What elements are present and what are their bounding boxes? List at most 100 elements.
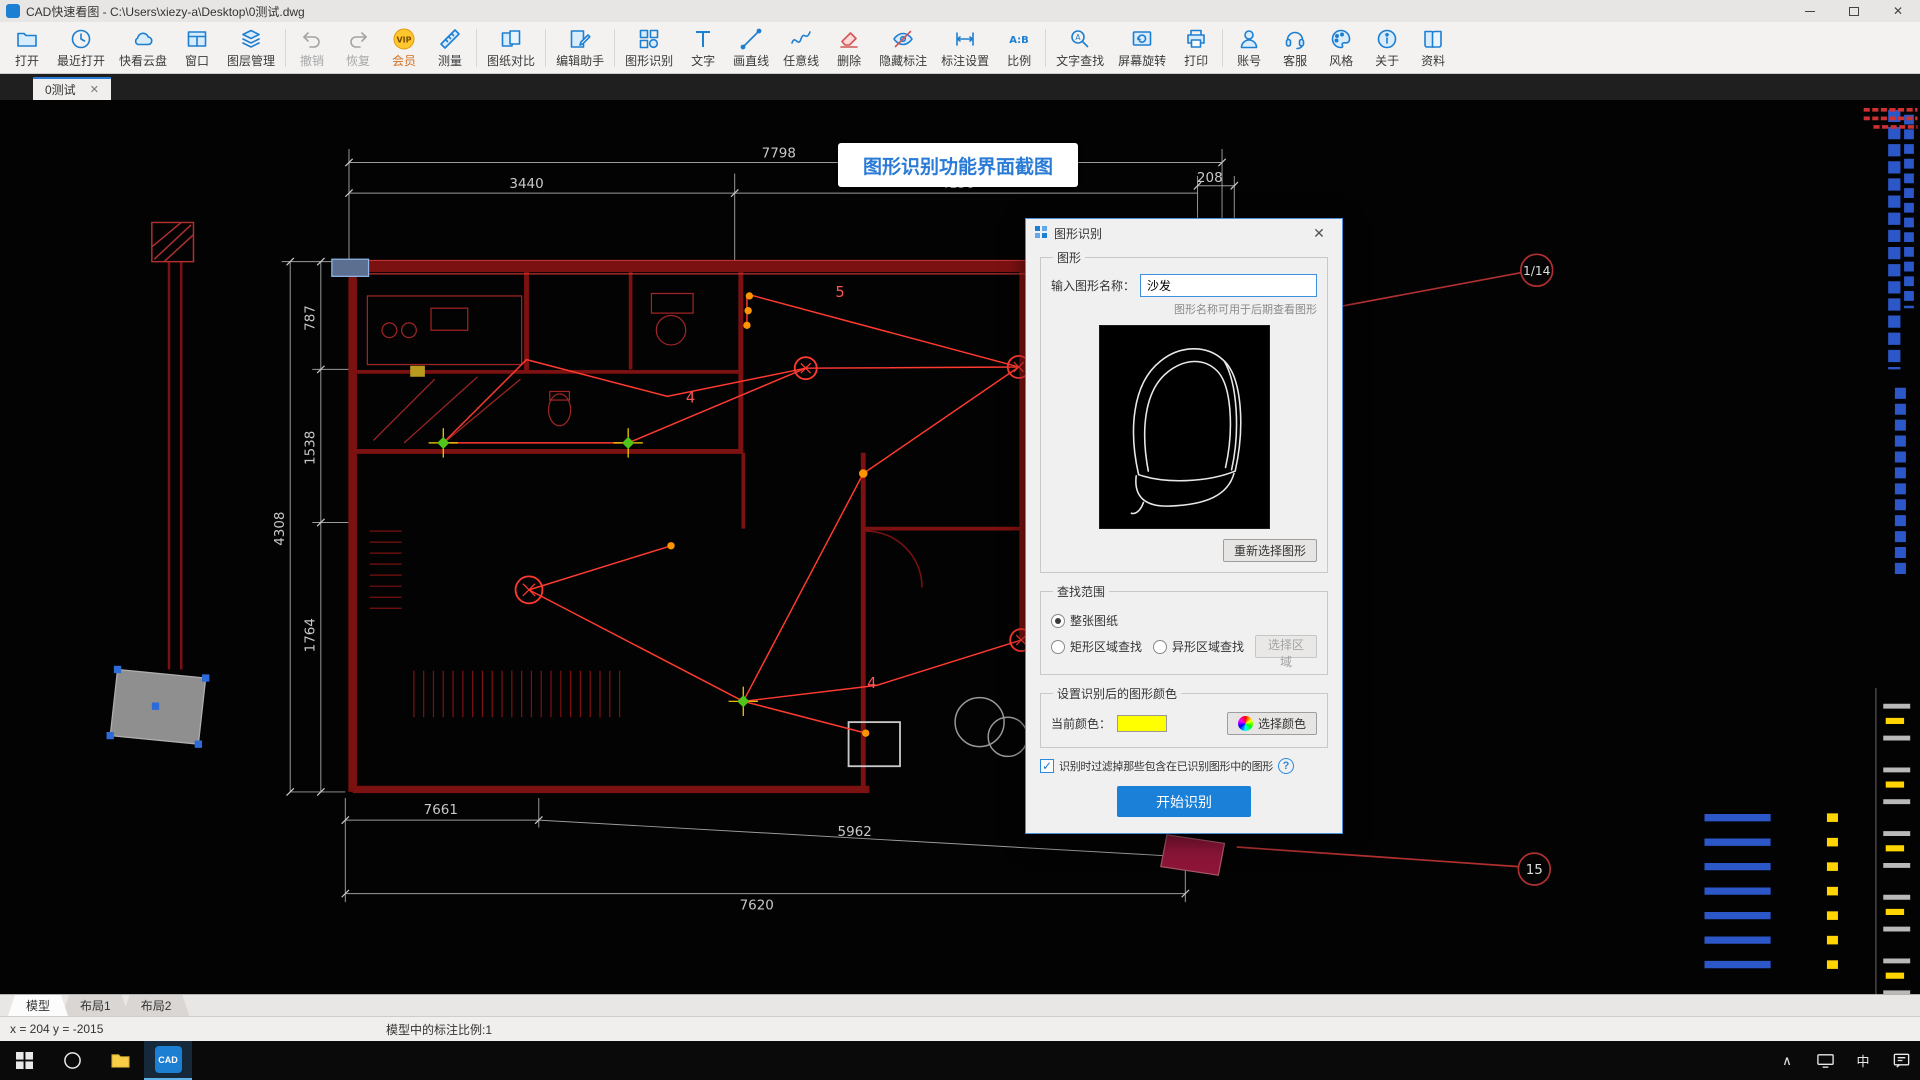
toolbar-button-docs[interactable]: 资料 — [1410, 24, 1456, 72]
toolbar-button-free-line[interactable]: 任意线 — [776, 24, 826, 72]
shape-recognition-dialog: 图形识别 ✕ 图形 输入图形名称： 图形名称可用于后期查看图形 — [1025, 218, 1343, 834]
toolbar-button-straight-line[interactable]: 画直线 — [726, 24, 776, 72]
tray-display-icon[interactable] — [1806, 1041, 1844, 1080]
help-icon[interactable]: ? — [1278, 758, 1294, 774]
sheet-frame-text — [1863, 107, 1918, 994]
shape-group: 图形 输入图形名称： 图形名称可用于后期查看图形 — [1040, 249, 1328, 573]
start-recognition-button[interactable]: 开始识别 — [1117, 786, 1251, 817]
scope-group: 查找范围 整张图纸 矩形区域查找 异形区域查找 选择区域 — [1040, 583, 1328, 675]
toolbar-separator — [545, 28, 547, 67]
cad-app-task-button[interactable]: CAD — [144, 1041, 192, 1080]
toolbar-button-annotation-settings[interactable]: 标注设置 — [934, 24, 996, 72]
filter-checkbox-label: 识别时过滤掉那些包含在已识别图形中的图形 — [1059, 761, 1273, 773]
toolbar-button-text[interactable]: 文字 — [680, 24, 726, 72]
titlebar: CAD快速看图 - C:\Users\xiezy-a\Desktop\0测试.d… — [0, 0, 1920, 22]
dim-bottom2: 5962 — [838, 824, 872, 840]
folder-icon — [110, 1054, 130, 1068]
radio-whole-drawing[interactable] — [1051, 613, 1065, 628]
toolbar-button-measure[interactable]: 测量 — [427, 24, 473, 72]
toolbar-button-edit-assistant[interactable]: 编辑助手 — [549, 24, 611, 72]
vip-icon: VIP — [392, 26, 416, 52]
toolbar-label-layer-manager: 图层管理 — [227, 54, 276, 68]
dim-top: 7798 — [762, 146, 796, 162]
edit-assistant-icon — [568, 26, 592, 52]
toolbar-button-undo[interactable]: 撤销 — [289, 24, 335, 72]
toolbar-label-measure: 测量 — [438, 54, 463, 68]
toolbar-label-delete: 删除 — [837, 54, 862, 68]
select-area-button[interactable]: 选择区域 — [1255, 635, 1317, 669]
delete-icon — [837, 26, 861, 52]
document-tab-close-icon[interactable]: ✕ — [90, 83, 99, 96]
selected-wall-segment[interactable] — [331, 258, 370, 277]
text-icon — [691, 26, 715, 52]
toolbar-button-window[interactable]: 窗口 — [174, 24, 220, 72]
toolbar-label-window: 窗口 — [185, 54, 210, 68]
sheet-tab-layout2[interactable]: 布局2 — [123, 995, 190, 1016]
toolbar-button-style[interactable]: 风格 — [1318, 24, 1364, 72]
undo-icon — [300, 26, 324, 52]
compare-icon — [499, 26, 523, 52]
annotation-scale-text: 模型中的标注比例:1 — [386, 1022, 493, 1037]
document-tab[interactable]: 0测试 ✕ — [33, 77, 111, 100]
shape-name-input[interactable] — [1140, 274, 1317, 297]
scope-group-label: 查找范围 — [1057, 585, 1106, 599]
input-method-indicator[interactable]: 中 — [1844, 1041, 1882, 1080]
sheet-tab-model[interactable]: 模型 — [8, 995, 68, 1016]
close-button[interactable]: ✕ — [1876, 0, 1920, 22]
toolbar-label-undo: 撤销 — [300, 54, 325, 68]
start-button[interactable] — [0, 1041, 48, 1080]
toolbar-separator — [614, 28, 616, 67]
toolbar-button-layer-manager[interactable]: 图层管理 — [220, 24, 282, 72]
toolbar-button-delete[interactable]: 删除 — [826, 24, 872, 72]
dim-bottom1: 7661 — [424, 802, 458, 818]
toolbar-button-cloud[interactable]: 快看云盘 — [112, 24, 174, 72]
toolbar-label-text: 文字 — [691, 54, 716, 68]
toolbar-button-hide-annotation[interactable]: 隐藏标注 — [872, 24, 934, 72]
dialog-close-icon[interactable]: ✕ — [1304, 225, 1334, 242]
toolbar-button-open[interactable]: 打开 — [4, 24, 50, 72]
cad-drawing: 7798 3440 4150 208 787 1538 1764 4308 58… — [106, 107, 1918, 994]
cad-canvas[interactable]: 7798 3440 4150 208 787 1538 1764 4308 58… — [0, 100, 1920, 994]
radio-irregular-area[interactable] — [1153, 639, 1168, 654]
file-explorer-button[interactable] — [96, 1041, 144, 1080]
toolbar-button-customer-service[interactable]: 客服 — [1272, 24, 1318, 72]
dialog-titlebar[interactable]: 图形识别 ✕ — [1026, 219, 1342, 247]
toolbar-label-cloud: 快看云盘 — [119, 54, 168, 68]
toolbar-button-redo[interactable]: 恢复 — [335, 24, 381, 72]
dim-left2: 1538 — [303, 431, 319, 465]
radio-whole-drawing-label: 整张图纸 — [1070, 614, 1119, 628]
radio-irregular-area-label: 异形区域查找 — [1172, 640, 1245, 654]
toolbar-label-about: 关于 — [1375, 54, 1400, 68]
toolbar-button-vip[interactable]: VIP 会员 — [381, 24, 427, 72]
toolbar-button-drawing-compare[interactable]: 图纸对比 — [480, 24, 542, 72]
tray-chevron-up-icon[interactable]: ∧ — [1768, 1041, 1806, 1080]
toolbar-label-hide-annotation: 隐藏标注 — [879, 54, 928, 68]
filter-checkbox[interactable]: ✓ — [1040, 759, 1054, 773]
minimize-button[interactable] — [1788, 0, 1832, 22]
choose-color-button[interactable]: 选择颜色 — [1226, 712, 1317, 735]
svg-text:A: A — [1076, 33, 1082, 42]
action-center-icon[interactable] — [1882, 1041, 1920, 1080]
radio-rect-area[interactable] — [1051, 639, 1065, 654]
taskbar: CAD ∧ 中 — [0, 1041, 1920, 1080]
toolbar-button-about[interactable]: 关于 — [1364, 24, 1410, 72]
maximize-button[interactable] — [1832, 0, 1876, 22]
sheet-tab-layout1[interactable]: 布局1 — [62, 995, 129, 1016]
screen-rotate-icon — [1130, 26, 1154, 52]
reselect-shape-button[interactable]: 重新选择图形 — [1222, 539, 1317, 562]
toolbar-button-recent-open[interactable]: 最近打开 — [50, 24, 112, 72]
toolbar-button-scale[interactable]: A:B 比例 — [996, 24, 1042, 72]
toolbar-button-shape-recognition[interactable]: 图形识别 — [618, 24, 680, 72]
count-label-2: 4 — [686, 389, 695, 406]
docs-icon — [1421, 26, 1445, 52]
toolbar-button-print[interactable]: 打印 — [1173, 24, 1219, 72]
toolbar-label-account: 账号 — [1237, 54, 1262, 68]
toolbar-label-print: 打印 — [1184, 54, 1209, 68]
toolbar-button-account[interactable]: 账号 — [1226, 24, 1272, 72]
count-label-1: 5 — [835, 284, 844, 301]
statusbar: x = 204 y = -2015 模型中的标注比例:1 — [0, 1016, 1920, 1041]
toolbar-button-screen-rotate[interactable]: 屏幕旋转 — [1111, 24, 1173, 72]
current-color-swatch[interactable] — [1117, 715, 1168, 732]
toolbar-button-text-search[interactable]: A 文字查找 — [1049, 24, 1111, 72]
search-button[interactable] — [48, 1041, 96, 1080]
